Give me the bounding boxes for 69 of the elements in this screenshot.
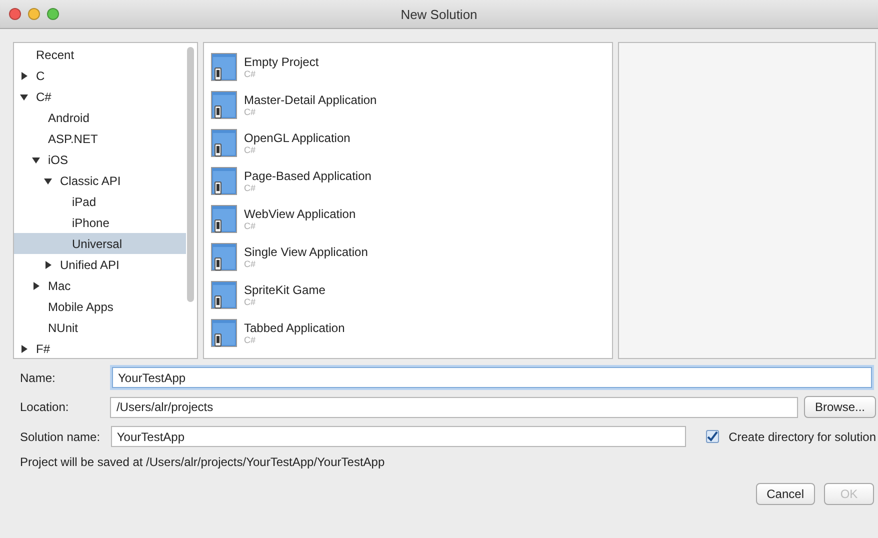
template-name: Tabbed Application (244, 320, 345, 334)
template-language: C# (244, 106, 257, 116)
template-name: WebView Application (244, 206, 356, 220)
browse-button[interactable]: Browse... (804, 396, 876, 418)
expanded-arrow-icon[interactable] (20, 92, 28, 100)
zoom-button[interactable] (47, 8, 59, 20)
field-label: Name: (20, 370, 56, 384)
checkbox[interactable] (706, 430, 719, 443)
template-item[interactable]: SpriteKit Game C# (207, 277, 609, 312)
template-name: Master-Detail Application (244, 92, 377, 106)
template-language: C# (244, 296, 257, 306)
template-item[interactable]: Master-Detail Application C# (207, 87, 609, 122)
template-language: C# (244, 68, 257, 78)
template-name: OpenGL Application (244, 130, 350, 144)
template-name: SpriteKit Game (244, 282, 326, 296)
tree-item[interactable]: iOS (14, 149, 186, 170)
app-window-icon (211, 166, 237, 194)
collapsed-arrow-icon[interactable] (20, 344, 28, 352)
tree-item[interactable]: C# (14, 86, 186, 107)
expanded-arrow-icon[interactable] (44, 176, 52, 184)
tree-item[interactable]: C (14, 65, 186, 86)
save-path-text: Project will be saved at /Users/alr/projects/YourTestApp/YourTestApp (20, 455, 386, 469)
template-item[interactable]: Empty Project C# (207, 49, 609, 84)
template-item[interactable]: WebView Application C# (207, 201, 609, 236)
template-item[interactable]: Single View Application C# (207, 239, 609, 274)
template-name: Single View Application (244, 244, 368, 258)
template-language: C# (244, 334, 257, 344)
template-item[interactable]: OpenGL Application C# (207, 125, 609, 160)
tree-item[interactable]: iPhone (14, 212, 186, 233)
app-window-icon (211, 242, 237, 270)
app-window-icon (211, 280, 237, 308)
template-language: C# (244, 258, 257, 268)
collapsed-arrow-icon[interactable] (20, 72, 28, 80)
expanded-arrow-icon[interactable] (32, 156, 40, 164)
tree-item[interactable]: NUnit (14, 317, 186, 338)
checkbox-label: Create directory for solution (728, 430, 876, 444)
app-window-icon (211, 318, 237, 346)
app-window-icon (211, 204, 237, 232)
location-field[interactable]: /Users/alr/projects (110, 396, 798, 418)
tree-item[interactable]: Classic API (14, 170, 186, 191)
dialog-button[interactable]: Cancel (756, 483, 815, 505)
tree-item[interactable]: Recent (14, 44, 186, 65)
template-item[interactable]: Page-Based Application C# (207, 163, 609, 198)
template-language: C# (244, 182, 257, 192)
template-language: C# (244, 220, 257, 230)
tree-item[interactable]: F# (14, 338, 186, 358)
window-title: New Solution (400, 6, 478, 22)
app-window-icon (211, 52, 237, 80)
collapsed-arrow-icon[interactable] (44, 260, 52, 268)
close-button[interactable] (9, 8, 21, 20)
tree-item[interactable]: Unified API (14, 254, 186, 275)
app-window-icon (211, 128, 237, 156)
scrollbar-thumb[interactable] (187, 47, 194, 302)
name-field[interactable]: YourTestApp (112, 367, 872, 388)
template-language: C# (244, 144, 257, 154)
field-label: Solution name: (20, 430, 102, 444)
tree-item[interactable]: iPad (14, 191, 186, 212)
solution-name-field[interactable]: YourTestApp (110, 426, 686, 447)
app-window-icon (211, 90, 237, 118)
tree-item[interactable]: Mobile Apps (14, 296, 186, 317)
template-item[interactable]: Tabbed Application C# (207, 315, 609, 350)
collapsed-arrow-icon[interactable] (32, 282, 40, 290)
field-label: Location: (20, 400, 70, 414)
tree-item[interactable]: Android (14, 107, 186, 128)
tree-item[interactable]: ASP.NET (14, 128, 186, 149)
tree-item[interactable]: Mac (14, 275, 186, 296)
tree-item[interactable]: Universal (14, 233, 186, 254)
template-name: Page-Based Application (244, 168, 372, 182)
template-name: Empty Project (244, 54, 319, 68)
